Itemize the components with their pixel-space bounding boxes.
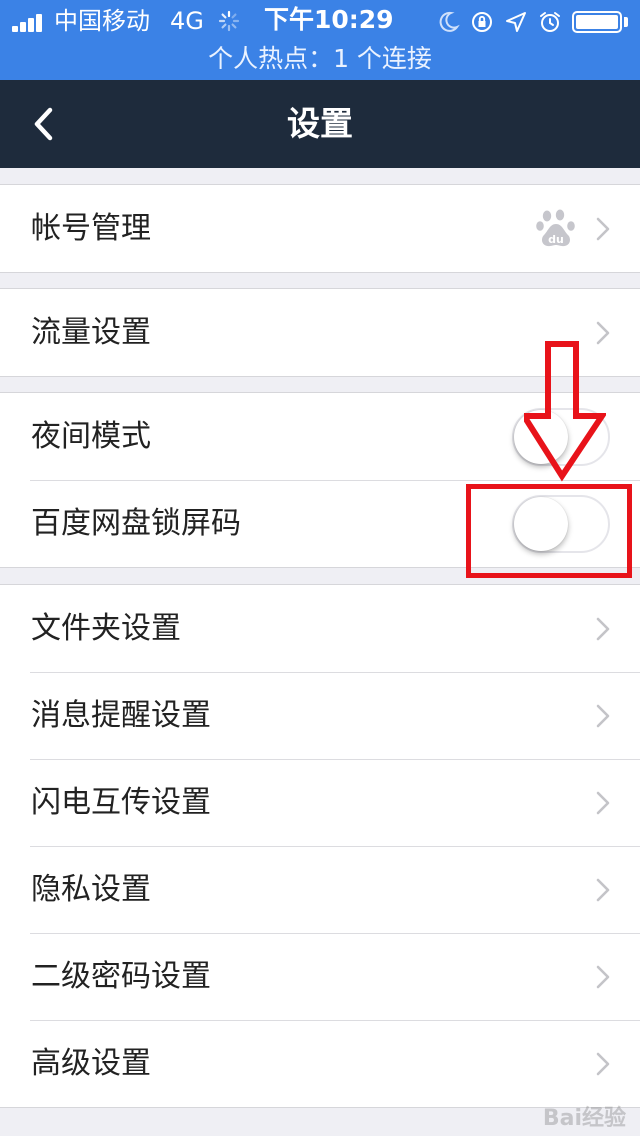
annotation-arrow <box>524 341 606 482</box>
page-title: 设置 <box>287 104 353 143</box>
traffic-settings-label: 流量设置 <box>31 315 151 350</box>
annotation-highlight-box <box>466 484 632 578</box>
notification-settings-label: 消息提醒设置 <box>31 698 211 733</box>
chevron-right-icon <box>596 1052 610 1076</box>
battery-tip <box>624 17 628 27</box>
location-icon <box>506 12 526 32</box>
lock-screen-code-label: 百度网盘锁屏码 <box>31 506 241 541</box>
baidu-logo-icon: du <box>536 209 575 247</box>
second-password-settings-label: 二级密码设置 <box>31 959 211 994</box>
chevron-right-icon <box>596 878 610 902</box>
alarm-icon <box>540 12 560 32</box>
moon-icon <box>439 11 460 32</box>
advanced-settings-row[interactable]: 高级设置 <box>0 1020 640 1107</box>
notification-settings-row[interactable]: 消息提醒设置 <box>0 672 640 759</box>
chevron-right-icon <box>596 791 610 815</box>
flash-transfer-settings-label: 闪电互传设置 <box>31 785 211 820</box>
watermark-logo: Bai经验 <box>542 1106 626 1131</box>
flash-transfer-settings-row[interactable]: 闪电互传设置 <box>0 759 640 846</box>
carrier-name: 中国移动 <box>54 7 150 35</box>
clock: 下午10:29 <box>264 5 394 34</box>
network-type: 4G <box>170 7 204 35</box>
loading-spinner-icon <box>218 10 240 32</box>
battery-icon <box>572 11 622 33</box>
status-bar: 中国移动 4G 下午10:29 个人热点：1 个连接 <box>0 0 640 80</box>
privacy-settings-row[interactable]: 隐私设置 <box>0 846 640 933</box>
settings-group-account: 帐号管理 du <box>0 184 640 273</box>
second-password-settings-row[interactable]: 二级密码设置 <box>0 933 640 1020</box>
nav-bar: 设置 <box>0 80 640 168</box>
svg-text:du: du <box>548 233 564 246</box>
chevron-right-icon <box>596 965 610 989</box>
chevron-right-icon <box>596 617 610 641</box>
settings-group-general: 文件夹设置 消息提醒设置 闪电互传设置 隐私设置 二级密码设置 高级设置 <box>0 584 640 1108</box>
chevron-right-icon <box>596 217 610 241</box>
chevron-right-icon <box>596 704 610 728</box>
folder-settings-label: 文件夹设置 <box>31 611 181 646</box>
account-management-label: 帐号管理 <box>31 211 151 246</box>
night-mode-label: 夜间模式 <box>31 419 151 454</box>
account-management-row[interactable]: 帐号管理 du <box>0 185 640 272</box>
folder-settings-row[interactable]: 文件夹设置 <box>0 585 640 672</box>
advanced-settings-label: 高级设置 <box>31 1046 151 1081</box>
rotation-lock-icon <box>472 12 492 32</box>
signal-icon <box>12 12 48 32</box>
hotspot-banner[interactable]: 个人热点：1 个连接 <box>0 42 640 76</box>
privacy-settings-label: 隐私设置 <box>31 872 151 907</box>
